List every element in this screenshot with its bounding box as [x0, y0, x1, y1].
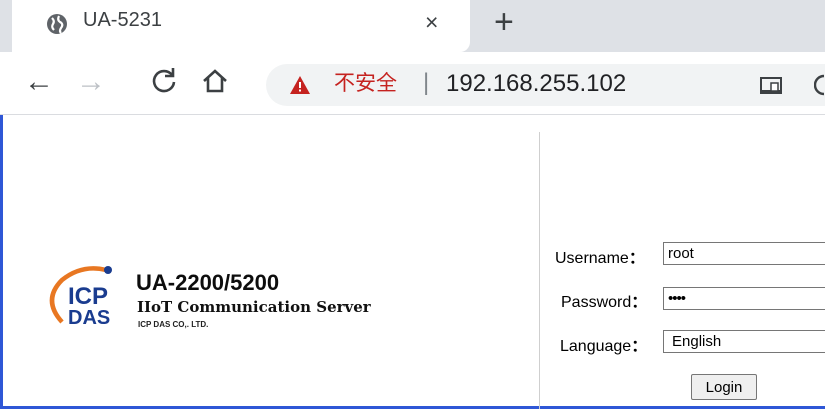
cast-icon[interactable]: [760, 77, 782, 95]
close-tab-icon[interactable]: ×: [425, 9, 438, 36]
username-input[interactable]: [663, 242, 825, 265]
forward-button[interactable]: →: [76, 62, 106, 102]
username-label: Username：: [555, 250, 645, 267]
address-separator: |: [423, 69, 430, 96]
language-label: Language：: [560, 338, 648, 355]
password-input[interactable]: [663, 287, 825, 310]
product-name: UA-2200/5200: [136, 270, 280, 295]
language-select[interactable]: English: [663, 330, 825, 353]
reload-icon[interactable]: [150, 66, 178, 94]
company-name: ICP DAS CO,. LTD.: [138, 320, 209, 329]
warning-icon[interactable]: [290, 76, 310, 94]
url-text[interactable]: 192.168.255.102: [446, 69, 626, 99]
content-divider: [539, 132, 540, 409]
logo-icp-text: ICP: [68, 283, 108, 310]
product-subtitle: IIoT Communication Server: [137, 298, 371, 316]
login-button[interactable]: Login: [691, 374, 757, 400]
not-secure-label[interactable]: 不安全: [334, 69, 397, 99]
tab-strip: UA-5231 × +: [0, 0, 825, 52]
browser-tab[interactable]: [12, 0, 470, 52]
logo-das-text: DAS: [68, 307, 110, 329]
password-label: Password：: [561, 294, 648, 311]
tab-title: UA-5231: [83, 9, 162, 31]
home-icon[interactable]: [200, 66, 230, 96]
globe-icon: [47, 14, 67, 34]
partial-toolbar-icon[interactable]: [814, 74, 825, 96]
back-button[interactable]: ←: [24, 62, 54, 102]
new-tab-button[interactable]: +: [494, 2, 514, 42]
icp-das-logo: ICP DAS: [49, 266, 112, 329]
